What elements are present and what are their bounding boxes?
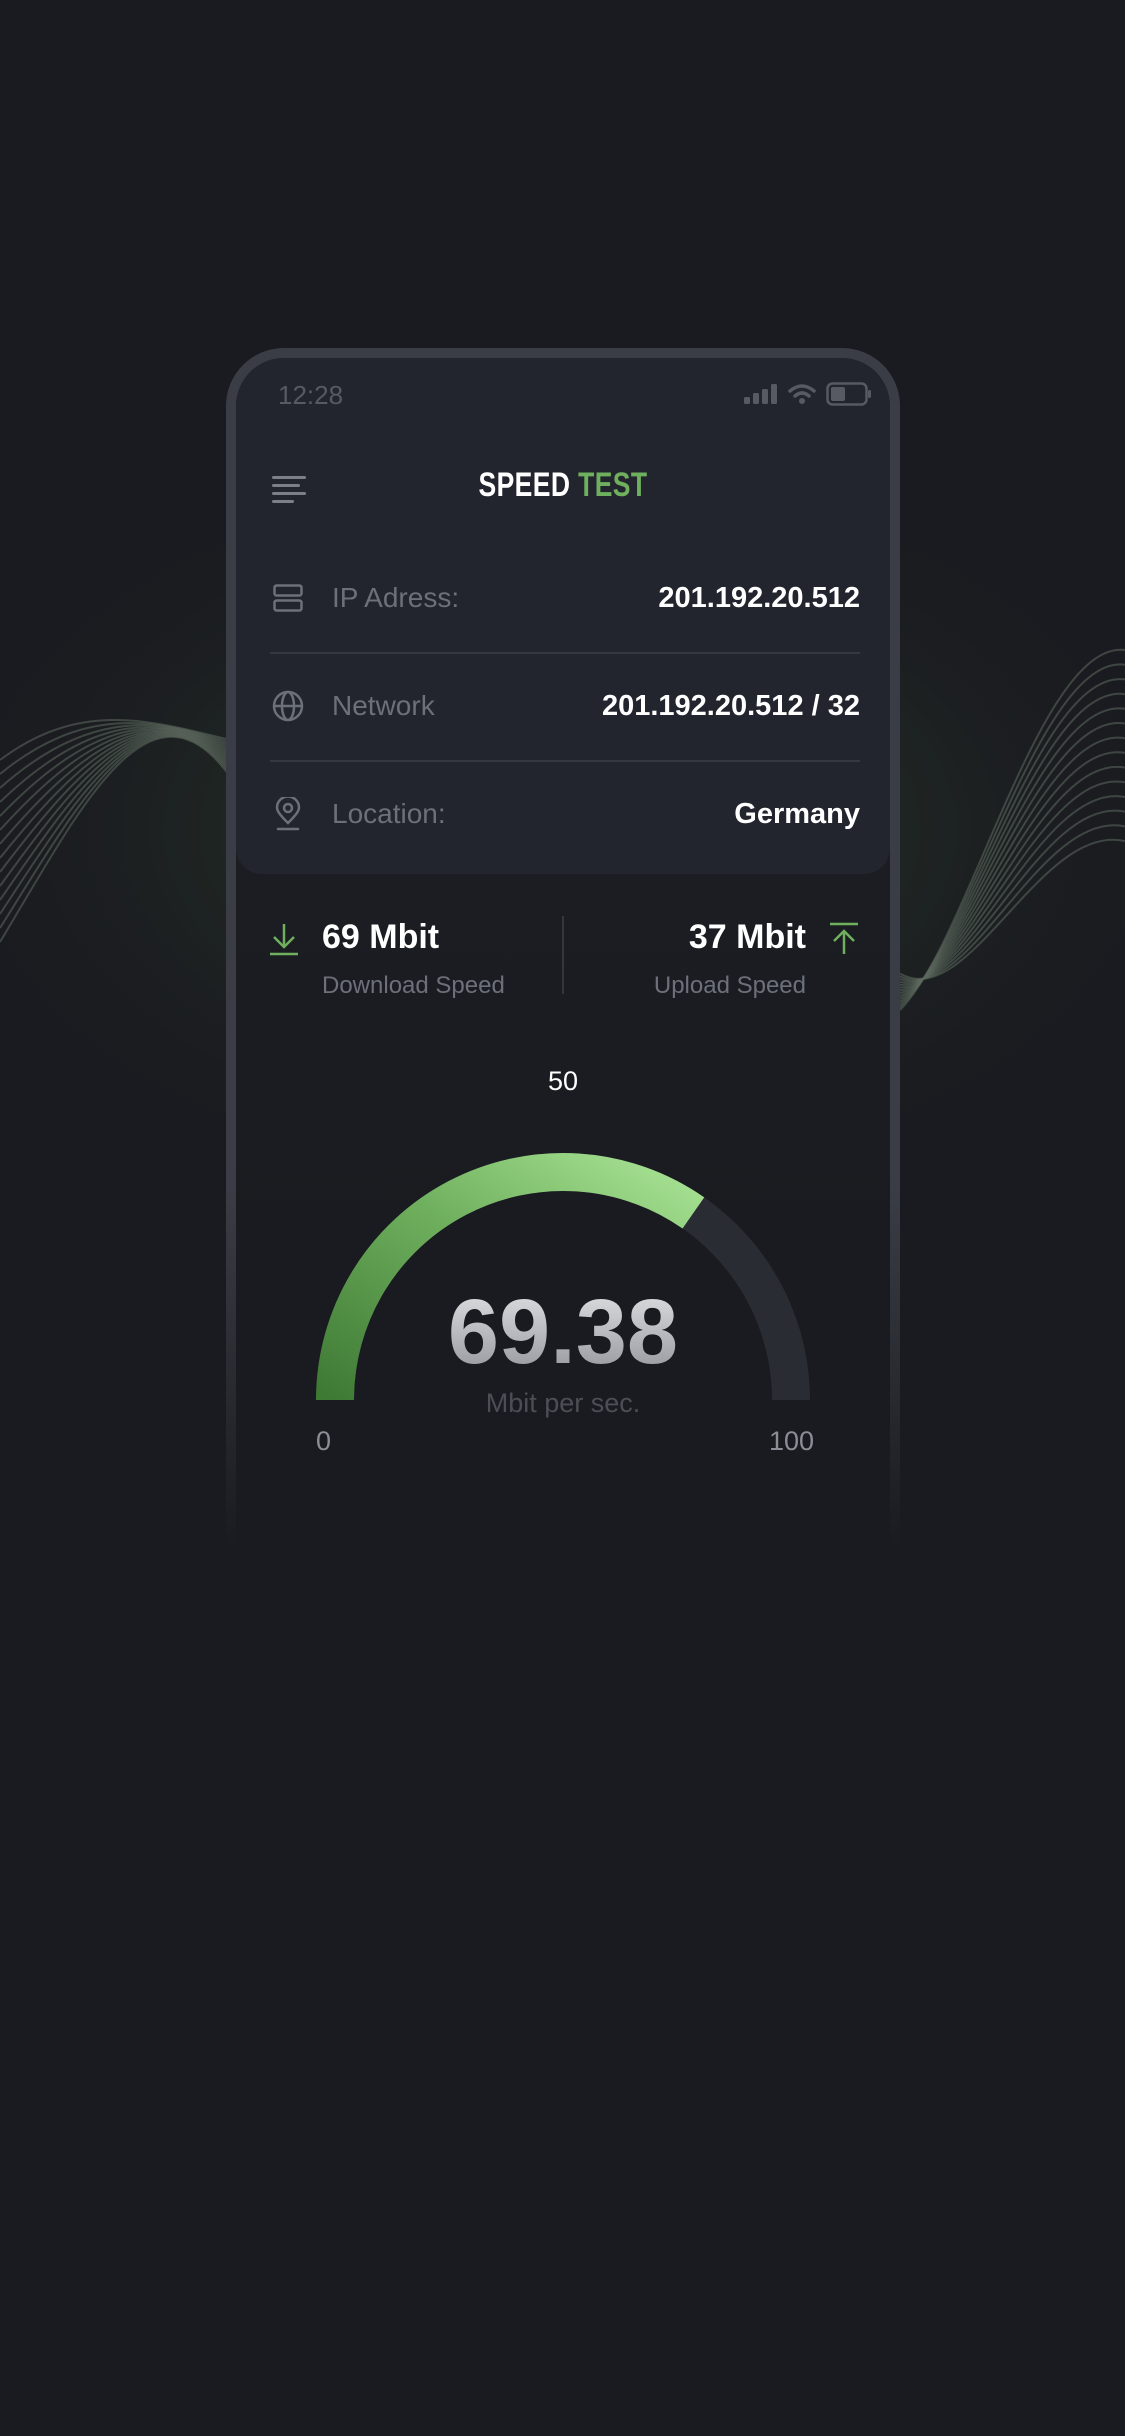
upload-speed-value: 37 Mbit <box>688 918 806 956</box>
speed-unit-label: Mbit per sec. <box>485 1388 641 1418</box>
ip-address-value: 201.192.20.512 <box>658 581 860 614</box>
current-speed-value: 69.38 <box>236 1280 890 1385</box>
phone-screen: 12:28 SPEED TEST IP Adress: 201.192.20.5… <box>236 358 890 1548</box>
ip-address-row: IP Adress: 201.192.20.512 <box>270 544 860 652</box>
battery-icon <box>826 382 871 406</box>
upload-arrow-icon <box>830 922 858 954</box>
phone-frame: 12:28 SPEED TEST IP Adress: 201.192.20.5… <box>226 348 900 1548</box>
location-value: Germany <box>734 797 860 830</box>
status-time: 12:28 <box>278 380 344 410</box>
app-title-speed: SPEED <box>478 466 571 504</box>
globe-icon <box>270 688 306 724</box>
wifi-icon <box>788 384 816 404</box>
download-arrow-icon <box>270 924 298 956</box>
network-label: Network <box>332 690 435 721</box>
gauge-min-label: 0 <box>316 1426 332 1456</box>
gauge-mid-label: 50 <box>547 1066 579 1096</box>
ip-address-label: IP Adress: <box>332 582 460 613</box>
upload-speed-label: Upload Speed <box>653 972 806 999</box>
speed-summary: 69 Mbit Download Speed 37 Mbit Upload Sp… <box>236 916 890 1026</box>
info-card: 12:28 SPEED TEST IP Adress: 201.192.20.5… <box>236 358 890 874</box>
download-speed-label: Download Speed <box>322 972 505 999</box>
gauge-max-label: 100 <box>768 1426 814 1456</box>
server-icon <box>270 580 306 616</box>
speed-divider <box>562 916 564 994</box>
network-value: 201.192.20.512 / 32 <box>601 689 860 722</box>
location-row: Location: Germany <box>270 760 860 868</box>
signal-icon <box>744 384 777 404</box>
location-pin-icon <box>270 796 306 832</box>
app-title-test: TEST <box>578 466 648 504</box>
network-row: Network 201.192.20.512 / 32 <box>270 652 860 760</box>
menu-button[interactable] <box>272 474 308 504</box>
location-label: Location: <box>332 798 446 829</box>
download-speed-value: 69 Mbit <box>322 918 440 956</box>
status-bar-icons <box>744 382 872 406</box>
app-title: SPEED TEST <box>308 466 818 505</box>
